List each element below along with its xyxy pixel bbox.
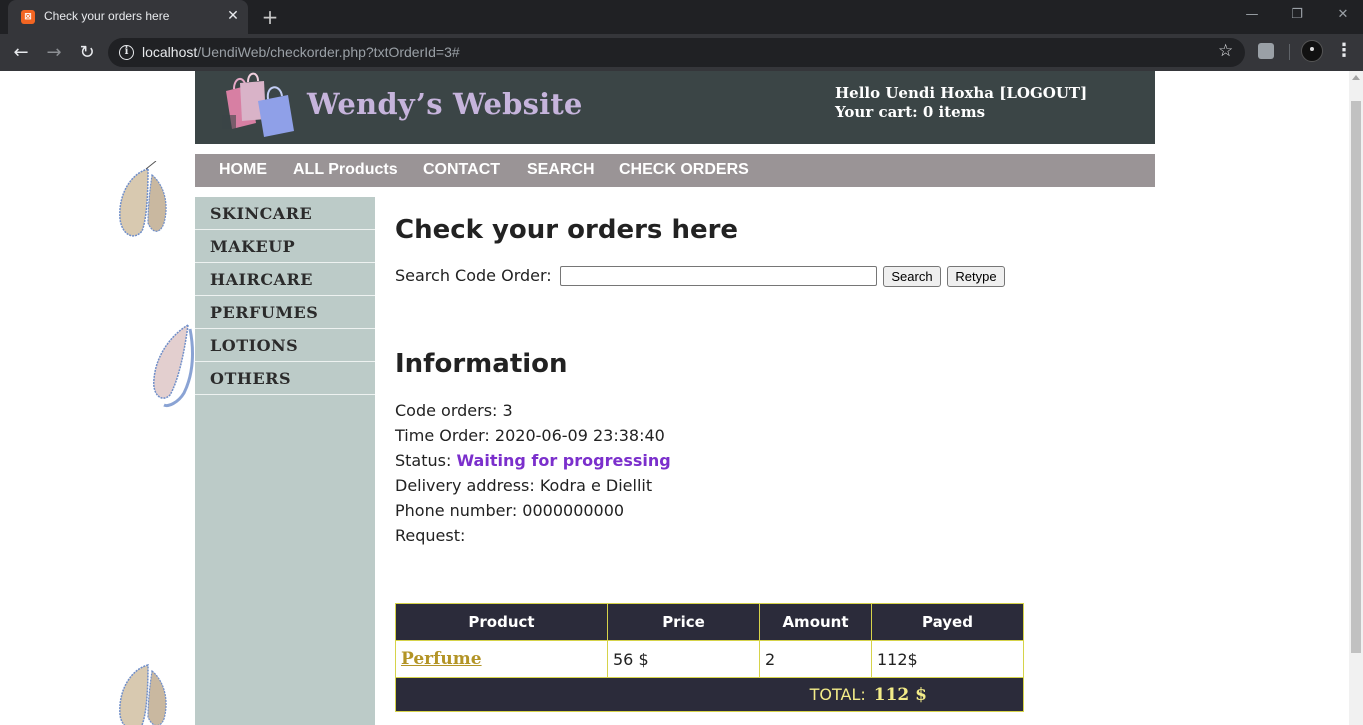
profile-avatar-icon[interactable] <box>1301 40 1323 62</box>
xampp-favicon-icon: ⊠ <box>21 10 35 24</box>
column-header-payed: Payed <box>871 603 1024 641</box>
address-bar[interactable]: i localhost/UendiWeb/checkorder.php?txtO… <box>108 38 1245 67</box>
cart-status[interactable]: Your cart: 0 items <box>835 103 1087 122</box>
nav-search[interactable]: SEARCH <box>527 161 595 179</box>
tab-title: Check your orders here <box>44 9 170 23</box>
scrollbar-thumb[interactable] <box>1351 101 1361 653</box>
total-label: TOTAL: <box>809 684 866 704</box>
total-cell: TOTAL: 112 $ <box>395 677 1024 712</box>
butterfly-decoration-icon <box>119 664 167 725</box>
phone-number-line: Phone number: 0000000000 <box>395 501 625 520</box>
information-heading: Information <box>395 349 568 379</box>
delivery-address-value: Kodra e Diellit <box>539 476 653 495</box>
browser-toolbar: ← → ↻ i localhost/UendiWeb/checkorder.ph… <box>0 34 1363 71</box>
top-navigation: HOME ALL Products CONTACT SEARCH CHECK O… <box>195 154 1155 187</box>
order-code-value: 3 <box>502 401 513 420</box>
nav-all-products[interactable]: ALL Products <box>293 161 398 179</box>
request-line: Request: <box>395 526 466 545</box>
sidebar-item-haircare[interactable]: HAIRCARE <box>195 263 375 296</box>
close-window-icon[interactable]: ✕ <box>1328 4 1358 26</box>
column-header-amount: Amount <box>759 603 872 641</box>
extension-cube-icon[interactable] <box>1258 43 1274 59</box>
sidebar-item-skincare[interactable]: SKINCARE <box>195 197 375 230</box>
page-viewport: Wendy’s Website Hello Uendi Hoxha [LOGOU… <box>0 71 1363 725</box>
bookmark-star-icon[interactable]: ☆ <box>1218 41 1233 61</box>
order-code-input[interactable] <box>560 266 877 286</box>
shopping-bags-logo-icon[interactable] <box>220 71 300 139</box>
total-row: TOTAL: 112 $ <box>395 677 1024 712</box>
butterfly-decoration-icon <box>119 161 167 237</box>
product-cell: Perfume <box>395 640 608 678</box>
retype-button[interactable]: Retype <box>947 266 1005 287</box>
page-title: Check your orders here <box>395 215 739 245</box>
nav-home[interactable]: HOME <box>219 161 267 179</box>
search-button[interactable]: Search <box>883 266 941 287</box>
order-code-line: Code orders: 3 <box>395 401 513 420</box>
price-cell: 56 $ <box>607 640 760 678</box>
order-time-line: Time Order: 2020-06-09 23:38:40 <box>395 426 665 445</box>
order-time-value: 2020-06-09 23:38:40 <box>494 426 665 445</box>
reload-icon[interactable]: ↻ <box>74 40 100 66</box>
category-sidebar: SKINCARE MAKEUP HAIRCARE PERFUMES LOTION… <box>195 197 375 725</box>
kebab-menu-icon[interactable]: ⋮ <box>1334 40 1354 62</box>
table-header-row: Product Price Amount Payed <box>395 603 1024 641</box>
sidebar-item-lotions[interactable]: LOTIONS <box>195 329 375 362</box>
close-tab-icon[interactable]: ✕ <box>224 7 242 25</box>
minimize-icon[interactable]: — <box>1237 4 1267 26</box>
nav-contact[interactable]: CONTACT <box>423 161 500 179</box>
logout-link[interactable]: [LOGOUT] <box>999 84 1087 102</box>
greeting-text: Hello Uendi Hoxha <box>835 84 995 102</box>
sidebar-item-others[interactable]: OTHERS <box>195 362 375 395</box>
column-header-price: Price <box>607 603 760 641</box>
site-header: Wendy’s Website Hello Uendi Hoxha [LOGOU… <box>195 71 1155 144</box>
order-information: Code orders: 3 Time Order: 2020-06-09 23… <box>395 398 671 548</box>
new-tab-icon[interactable]: + <box>258 5 282 29</box>
order-items-table: Product Price Amount Payed Perfume 56 $ … <box>395 603 1024 712</box>
amount-cell: 2 <box>759 640 872 678</box>
browser-titlebar: ⊠ Check your orders here ✕ + — ❐ ✕ <box>0 0 1363 34</box>
search-label: Search Code Order: <box>395 266 552 285</box>
url-text[interactable]: localhost/UendiWeb/checkorder.php?txtOrd… <box>142 44 460 60</box>
total-value: 112 $ <box>873 684 927 705</box>
site-logo-text[interactable]: Wendy’s Website <box>307 87 583 121</box>
scroll-up-arrow-icon[interactable] <box>1352 75 1360 80</box>
restore-icon[interactable]: ❐ <box>1282 4 1312 26</box>
product-link[interactable]: Perfume <box>401 649 482 669</box>
back-icon[interactable]: ← <box>8 40 34 66</box>
payed-cell: 112$ <box>871 640 1024 678</box>
browser-tab[interactable]: ⊠ Check your orders here ✕ <box>8 0 248 34</box>
order-status-line: Status: Waiting for progressing <box>395 451 671 470</box>
user-info: Hello Uendi Hoxha [LOGOUT] Your cart: 0 … <box>835 84 1087 122</box>
nav-check-orders[interactable]: CHECK ORDERS <box>619 161 749 179</box>
butterfly-decoration-icon <box>153 323 194 407</box>
sidebar-item-perfumes[interactable]: PERFUMES <box>195 296 375 329</box>
forward-icon[interactable]: → <box>41 40 67 66</box>
phone-number-value: 0000000000 <box>522 501 625 520</box>
site-info-icon[interactable]: i <box>119 45 134 60</box>
page-scrollbar[interactable] <box>1349 71 1363 725</box>
sidebar-item-makeup[interactable]: MAKEUP <box>195 230 375 263</box>
order-status-value: Waiting for progressing <box>456 451 671 470</box>
delivery-address-line: Delivery address: Kodra e Diellit <box>395 476 653 495</box>
table-row: Perfume 56 $ 2 112$ <box>395 640 1024 678</box>
column-header-product: Product <box>395 603 608 641</box>
toolbar-divider <box>1289 44 1290 60</box>
